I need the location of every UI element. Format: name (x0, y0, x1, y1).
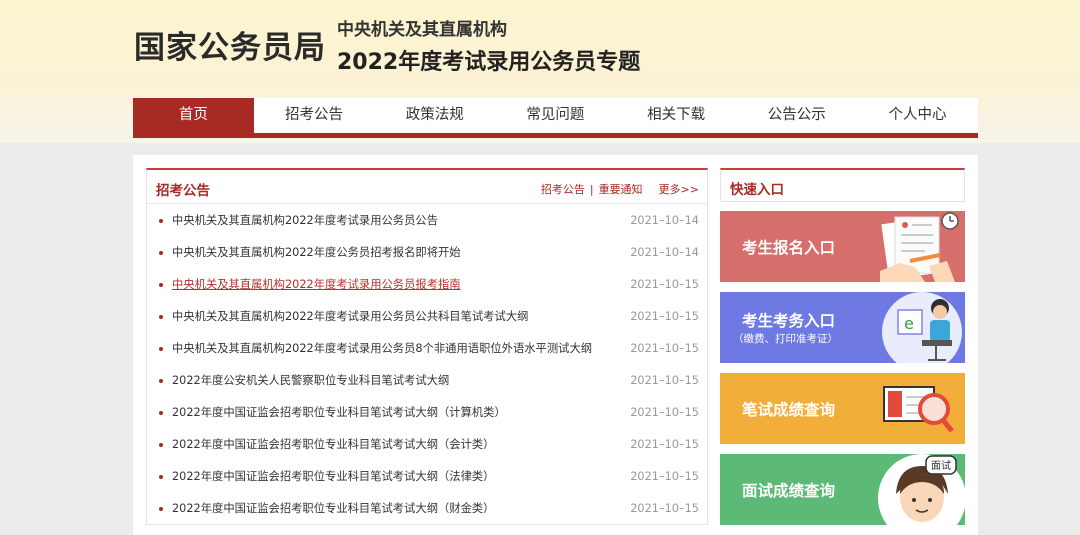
notice-title[interactable]: 2022年度中国证监会招考职位专业科目笔试考试大纲（计算机类） (172, 397, 506, 429)
list-item: 2022年度中国证监会招考职位专业科目笔试考试大纲（法律类） 2021–10–1… (147, 461, 707, 493)
list-item: 中央机关及其直属机构2022年度考试录用公务员8个非通用语职位外语水平测试大纲 … (147, 333, 707, 365)
interview-avatar-icon: 面试 (878, 454, 965, 525)
nav-item-downloads[interactable]: 相关下载 (616, 98, 737, 133)
nav-item-public-notices[interactable]: 公告公示 (736, 98, 857, 133)
exam-affairs-entry-label: 考生考务入口 (742, 312, 836, 330)
list-item: 中央机关及其直属机构2022年度考试录用公务员报考指南 2021–10–15 (147, 269, 707, 301)
written-score-query-button[interactable]: 笔试成绩查询 (720, 373, 965, 444)
interview-score-query-button[interactable]: 面试成绩查询 面试 (720, 454, 965, 525)
list-item: 中央机关及其直属机构2022年度考试录用公务员公告 2021–10–14 (147, 205, 707, 237)
notice-title[interactable]: 2022年度中国证监会招考职位专业科目笔试考试大纲（法律类） (172, 461, 494, 493)
bullet-icon (159, 379, 163, 383)
quick-access-panel: 快速入口 (720, 168, 965, 202)
list-item: 2022年度中国证监会招考职位专业科目笔试考试大纲（财金类） 2021–10–1… (147, 493, 707, 525)
notice-date: 2021–10–15 (630, 342, 699, 355)
nav-item-announcements[interactable]: 招考公告 (254, 98, 375, 133)
notice-date: 2021–10–15 (630, 406, 699, 419)
bullet-icon (159, 411, 163, 415)
notice-date: 2021–10–15 (630, 310, 699, 323)
notice-date: 2021–10–15 (630, 470, 699, 483)
notice-panel-header: 招考公告 招考公告 | 重要通知 更多>> (147, 170, 707, 204)
interview-score-query-label: 面试成绩查询 (742, 482, 836, 500)
interview-bubble-text: 面试 (931, 459, 951, 472)
notice-panel-links: 招考公告 | 重要通知 更多>> (541, 181, 699, 197)
nav-item-personal-center[interactable]: 个人中心 (857, 98, 978, 133)
main-content: 招考公告 招考公告 | 重要通知 更多>> 中央机关及其直属机构2022年度考试… (133, 155, 978, 535)
application-form-icon (880, 212, 959, 282)
notice-list: 中央机关及其直属机构2022年度考试录用公务员公告 2021–10–14 中央机… (147, 204, 707, 525)
list-item: 中央机关及其直属机构2022年度公务员招考报名即将开始 2021–10–14 (147, 237, 707, 269)
notice-date: 2021–10–14 (630, 214, 699, 227)
bullet-icon (159, 507, 163, 511)
notice-title[interactable]: 2022年度中国证监会招考职位专业科目笔试考试大纲（会计类） (172, 429, 494, 461)
notice-date: 2021–10–15 (630, 502, 699, 515)
nav-item-policies[interactable]: 政策法规 (374, 98, 495, 133)
notice-date: 2021–10–15 (630, 278, 699, 291)
notice-panel: 招考公告 招考公告 | 重要通知 更多>> 中央机关及其直属机构2022年度考试… (146, 168, 708, 525)
bullet-icon (159, 347, 163, 351)
notice-panel-title: 招考公告 (156, 183, 210, 199)
notice-date: 2021–10–15 (630, 374, 699, 387)
notice-title[interactable]: 中央机关及其直属机构2022年度考试录用公务员公告 (172, 205, 438, 237)
notice-title[interactable]: 中央机关及其直属机构2022年度考试录用公务员8个非通用语职位外语水平测试大纲 (172, 333, 592, 365)
bullet-icon (159, 283, 163, 287)
registration-entry-button[interactable]: 考生报名入口 (720, 211, 965, 282)
monitor-magnifier-icon (883, 386, 954, 433)
written-score-query-label: 笔试成绩查询 (742, 401, 836, 419)
quick-access-title: 快速入口 (730, 182, 784, 198)
registration-entry-label: 考生报名入口 (742, 239, 836, 257)
bullet-icon (159, 251, 163, 255)
notice-title[interactable]: 中央机关及其直属机构2022年度考试录用公务员公共科目笔试考试大纲 (172, 301, 528, 333)
list-item: 2022年度中国证监会招考职位专业科目笔试考试大纲（计算机类） 2021–10–… (147, 397, 707, 429)
list-item: 中央机关及其直属机构2022年度考试录用公务员公共科目笔试考试大纲 2021–1… (147, 301, 707, 333)
notice-date: 2021–10–14 (630, 246, 699, 259)
computer-user-icon: e (882, 292, 962, 363)
link-important-notices[interactable]: 重要通知 (599, 181, 643, 197)
notice-title[interactable]: 2022年度中国证监会招考职位专业科目笔试考试大纲（财金类） (172, 493, 494, 525)
list-item: 2022年度中国证监会招考职位专业科目笔试考试大纲（会计类） 2021–10–1… (147, 429, 707, 461)
bullet-icon (159, 315, 163, 319)
link-separator: | (589, 182, 594, 196)
bullet-icon (159, 219, 163, 223)
notice-title[interactable]: 中央机关及其直属机构2022年度公务员招考报名即将开始 (172, 237, 461, 269)
nav-item-home[interactable]: 首页 (133, 98, 254, 133)
notice-title[interactable]: 中央机关及其直属机构2022年度考试录用公务员报考指南 (172, 269, 461, 301)
main-nav: 首页 招考公告 政策法规 常见问题 相关下载 公告公示 个人中心 (133, 98, 978, 138)
bullet-icon (159, 443, 163, 447)
nav-item-faq[interactable]: 常见问题 (495, 98, 616, 133)
exam-affairs-entry-button[interactable]: 考生考务入口 （缴费、打印准考证） e (720, 292, 965, 363)
subtitle-line1: 中央机关及其直属机构 (337, 20, 507, 40)
notice-date: 2021–10–15 (630, 438, 699, 451)
svg-text:e: e (904, 314, 914, 333)
subtitle-line2: 2022年度考试录用公务员专题 (337, 50, 641, 75)
notice-title[interactable]: 2022年度公安机关人民警察职位专业科目笔试考试大纲 (172, 365, 449, 397)
exam-affairs-entry-sublabel: （缴费、打印准考证） (733, 333, 838, 345)
bullet-icon (159, 475, 163, 479)
more-link[interactable]: 更多>> (659, 181, 699, 197)
list-item: 2022年度公安机关人民警察职位专业科目笔试考试大纲 2021–10–15 (147, 365, 707, 397)
link-announcements[interactable]: 招考公告 (541, 181, 585, 197)
bureau-name: 国家公务员局 (134, 30, 326, 66)
